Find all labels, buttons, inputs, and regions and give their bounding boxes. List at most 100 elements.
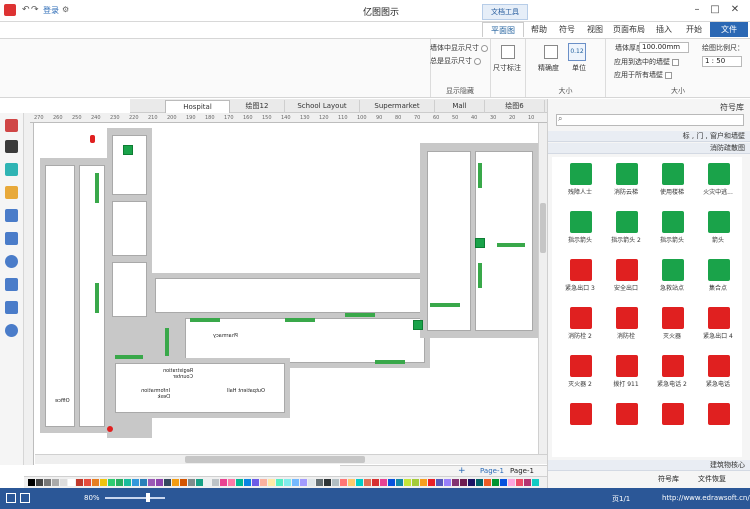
exit-sign-icon[interactable] [475,238,485,248]
color-swatch[interactable] [492,479,499,486]
evac-arrow[interactable] [478,263,482,288]
symbol-item[interactable]: 指示箭头 2 [606,207,646,249]
settings-icon[interactable]: ⚙ [62,5,69,14]
color-swatch[interactable] [332,479,339,486]
library-header[interactable]: 消防疏散图 [548,143,750,154]
symbol-search-input[interactable] [556,114,744,126]
color-swatch[interactable] [172,479,179,486]
color-swatch[interactable] [44,479,51,486]
color-swatch[interactable] [324,479,331,486]
drawing-canvas[interactable]: Office Information Desk Registration Cou… [35,123,547,461]
doc-tab[interactable]: Mall [435,100,485,113]
color-swatch[interactable] [196,479,203,486]
symbol-item[interactable]: 消防云梯 [606,159,646,201]
middle-corridor[interactable] [185,318,425,363]
color-swatch[interactable] [92,479,99,486]
color-swatch[interactable] [140,479,147,486]
color-swatch[interactable] [156,479,163,486]
symbol-item[interactable]: 灭火器 [652,303,692,345]
color-swatch[interactable] [116,479,123,486]
color-swatch[interactable] [340,479,347,486]
list-icon[interactable] [5,301,18,314]
always-show-dim-radio[interactable] [474,57,481,65]
scroll-thumb[interactable] [540,203,546,253]
color-swatch[interactable] [212,479,219,486]
color-swatch[interactable] [308,479,315,486]
stair-room[interactable] [112,135,147,195]
tab-symbol[interactable]: 符号 [554,22,580,37]
color-swatch[interactable] [532,479,539,486]
precision-icon[interactable] [544,45,558,59]
color-swatch[interactable] [388,479,395,486]
tab-file[interactable]: 文件 [710,22,748,37]
color-swatch[interactable] [316,479,323,486]
search-icon[interactable]: ⌕ [558,114,562,124]
login-link[interactable]: 登录 [43,5,59,16]
color-swatch[interactable] [516,479,523,486]
close-button[interactable]: ✕ [728,3,742,17]
zoom-slider[interactable] [105,497,165,499]
library-header[interactable]: 建筑物核心 [548,460,750,471]
maximize-button[interactable]: □ [708,3,722,17]
symbol-item[interactable]: 箭头 [698,207,738,249]
fill-icon[interactable] [5,163,18,176]
color-swatch[interactable] [60,479,67,486]
minimize-button[interactable]: – [690,3,704,17]
color-swatch[interactable] [484,479,491,486]
color-swatch[interactable] [220,479,227,486]
color-swatch[interactable] [252,479,259,486]
tab-page-layout[interactable]: 页面布局 [610,22,648,37]
undo-icon[interactable]: ↶ [22,5,30,15]
symbol-item[interactable]: 使用楼梯 [652,159,692,201]
color-swatch[interactable] [292,479,299,486]
tab-floorplan[interactable]: 平面图 [482,22,524,37]
evac-arrow[interactable] [190,318,220,322]
tab-start[interactable]: 开始 [680,22,708,37]
evac-arrow[interactable] [375,360,405,364]
evac-arrow[interactable] [165,328,169,356]
left-corridor[interactable] [79,165,105,427]
doc-tab-active[interactable]: Hospital [165,100,230,113]
doc-tab[interactable]: 绘图6 [485,100,545,113]
dimension-label[interactable]: 尺寸标注 [493,63,521,73]
format-painter-icon[interactable] [5,119,18,132]
scale-select[interactable]: 1 : 50 [702,56,742,67]
fit-page-icon[interactable] [6,493,16,503]
symbol-item[interactable] [698,399,738,441]
fit-width-icon[interactable] [20,493,30,503]
symbol-item[interactable]: 残障人士 [560,159,600,201]
color-swatch[interactable] [452,479,459,486]
tab-view[interactable]: 视图 [582,22,608,37]
exit-sign-icon[interactable] [413,320,423,330]
symbol-item[interactable]: 集合点 [698,255,738,297]
horizontal-scrollbar[interactable] [35,454,547,464]
color-swatch[interactable] [148,479,155,486]
symbol-item[interactable]: 安全出口 [606,255,646,297]
add-page-button[interactable]: + [458,466,466,476]
symbol-item[interactable]: 指示箭头 [560,207,600,249]
color-swatch[interactable] [132,479,139,486]
color-swatch[interactable] [108,479,115,486]
color-swatch[interactable] [28,479,35,486]
color-swatch[interactable] [84,479,91,486]
symbol-item[interactable]: 消防栓 [606,303,646,345]
zoom-slider-thumb[interactable] [146,493,150,502]
apply-all-checkbox[interactable] [665,71,672,79]
color-swatch[interactable] [36,479,43,486]
color-swatch[interactable] [356,479,363,486]
show-dim-in-wall-option[interactable]: 墙体中显示尺寸 [430,43,488,53]
bottom-tab-recovery[interactable]: 文件恢复 [698,474,726,484]
color-swatch[interactable] [244,479,251,486]
color-swatch[interactable] [420,479,427,486]
symbol-item[interactable]: 指示箭头 [652,207,692,249]
wall-thickness-input[interactable]: 100.00mm [639,42,689,53]
left-wing-rooms[interactable] [45,165,75,427]
symbol-item[interactable]: 拨打 911 [606,351,646,393]
doc-tab[interactable]: School Layout [285,100,360,113]
color-swatch[interactable] [236,479,243,486]
precision-label[interactable]: 精确度 [538,63,559,73]
color-swatch[interactable] [364,479,371,486]
middle-rooms[interactable] [155,278,425,313]
color-swatch[interactable] [284,479,291,486]
tab-help[interactable]: 帮助 [526,22,552,37]
